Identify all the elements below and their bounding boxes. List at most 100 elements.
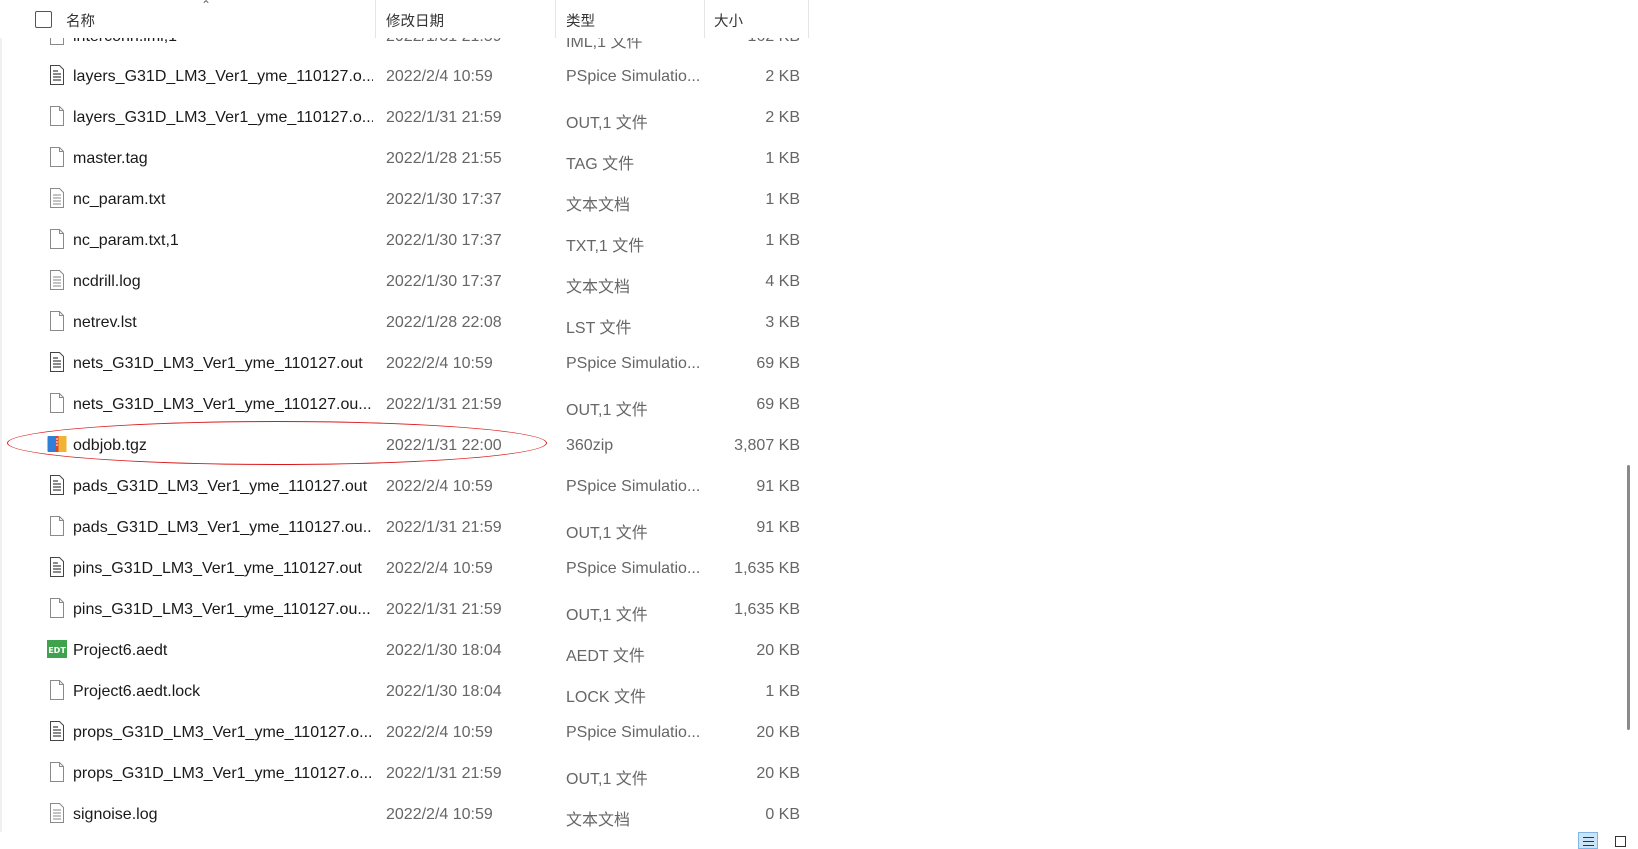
file-size: 1,635 KB — [734, 601, 800, 618]
file-size: 3,807 KB — [734, 437, 800, 454]
scrollbar-thumb[interactable] — [1627, 465, 1630, 730]
file-name: netrev.lst — [73, 314, 137, 331]
file-row[interactable]: nc_param.txt,1 2022/1/30 17:37 TXT,1 文件 1 K… — [0, 221, 810, 262]
file-row[interactable]: pins_G31D_LM3_Ver1_yme_110127.ou... 2022/… — [0, 590, 810, 631]
file-name: odbjob.tgz — [73, 437, 147, 454]
file-size: 3 KB — [765, 314, 800, 331]
file-date: 2022/1/31 22:00 — [386, 437, 502, 454]
file-type: 360zip — [566, 437, 614, 454]
file-size: 20 KB — [756, 724, 800, 741]
column-header-name[interactable]: 名称 — [66, 10, 95, 31]
blank-file-icon — [49, 393, 65, 413]
file-row[interactable]: nets_G31D_LM3_Ver1_yme_110127.out 2022/2/… — [0, 344, 810, 385]
file-row[interactable]: odbjob.tgz 2022/1/31 22:00 360zip 3,807 KB — [0, 426, 810, 467]
file-name: nets_G31D_LM3_Ver1_yme_110127.out — [73, 355, 363, 372]
file-date: 2022/1/31 21:59 — [386, 601, 502, 618]
file-row[interactable]: nc_param.txt 2022/1/30 17:37 文本文档 1 KB — [0, 180, 810, 221]
file-size: 1 KB — [765, 150, 800, 167]
file-row[interactable]: props_G31D_LM3_Ver1_yme_110127.o... 2022/… — [0, 713, 810, 754]
file-type: OUT,1 文件 — [566, 607, 648, 624]
archive-icon — [47, 434, 67, 454]
file-size: 2 KB — [765, 109, 800, 126]
file-name: props_G31D_LM3_Ver1_yme_110127.o... — [73, 765, 373, 782]
file-row[interactable]: pads_G31D_LM3_Ver1_yme_110127.ou... 2022/… — [0, 508, 810, 549]
file-name: Project6.aedt — [73, 642, 168, 659]
file-size: 69 KB — [756, 396, 800, 413]
column-divider[interactable] — [704, 0, 705, 38]
file-type: OUT,1 文件 — [566, 115, 648, 132]
aedt-icon: EDT — [47, 639, 67, 659]
file-type: PSpice Simulatio... — [566, 68, 701, 85]
text-document-icon — [49, 65, 65, 85]
text-document-icon — [49, 557, 65, 577]
file-type: OUT,1 文件 — [566, 402, 648, 419]
file-row[interactable]: Project6.aedt.lock 2022/1/30 18:04 LOCK 文件… — [0, 672, 810, 713]
file-date: 2022/1/31 21:59 — [386, 109, 502, 126]
file-size: 1 KB — [765, 191, 800, 208]
file-row[interactable]: ncdrill.log 2022/1/30 17:37 文本文档 4 KB — [0, 262, 810, 303]
file-date: 2022/1/30 17:37 — [386, 232, 502, 249]
file-date: 2022/1/30 17:37 — [386, 273, 502, 290]
text-document-icon — [49, 352, 65, 372]
file-date: 2022/1/31 21:59 — [386, 519, 502, 536]
file-size: 4 KB — [765, 273, 800, 290]
column-divider[interactable] — [555, 0, 556, 38]
file-name: pads_G31D_LM3_Ver1_yme_110127.out — [73, 478, 368, 495]
column-header-size[interactable]: 大小 — [714, 10, 743, 31]
text-document-icon — [49, 475, 65, 495]
file-date: 2022/2/4 10:59 — [386, 724, 493, 741]
column-header-type[interactable]: 类型 — [566, 10, 595, 31]
text-document-icon — [49, 721, 65, 741]
select-all-checkbox[interactable] — [35, 11, 52, 28]
file-row[interactable]: layers_G31D_LM3_Ver1_yme_110127.o... 2022… — [0, 57, 810, 98]
blank-file-icon — [49, 311, 65, 331]
file-type: PSpice Simulatio... — [566, 560, 701, 577]
file-row[interactable]: nets_G31D_LM3_Ver1_yme_110127.ou... 2022/… — [0, 385, 810, 426]
file-size: 1,635 KB — [734, 560, 800, 577]
file-date: 2022/1/30 18:04 — [386, 642, 502, 659]
file-size: 1 KB — [765, 683, 800, 700]
file-size: 20 KB — [756, 642, 800, 659]
file-row[interactable]: EDT Project6.aedt 2022/1/30 18:04 AEDT 文件 20… — [0, 631, 810, 672]
file-date: 2022/2/4 10:59 — [386, 355, 493, 372]
file-size: 2 KB — [765, 68, 800, 85]
details-view-button[interactable] — [1578, 832, 1598, 849]
file-size: 1 KB — [765, 232, 800, 249]
file-type: OUT,1 文件 — [566, 771, 648, 788]
file-row[interactable]: pads_G31D_LM3_Ver1_yme_110127.out 2022/2/… — [0, 467, 810, 508]
file-type: AEDT 文件 — [566, 648, 645, 665]
text-file-icon — [49, 270, 65, 290]
file-row[interactable]: netrev.lst 2022/1/28 22:08 LST 文件 3 KB — [0, 303, 810, 344]
file-date: 2022/2/4 10:59 — [386, 560, 493, 577]
file-type: LST 文件 — [566, 320, 632, 337]
file-name: layers_G31D_LM3_Ver1_yme_110127.o... — [73, 109, 373, 126]
file-size: 69 KB — [756, 355, 800, 372]
file-date: 2022/2/4 10:59 — [386, 478, 493, 495]
column-divider[interactable] — [808, 0, 809, 38]
file-size: 20 KB — [756, 765, 800, 782]
blank-file-icon — [49, 147, 65, 167]
large-icons-view-button[interactable] — [1611, 832, 1631, 849]
file-date: 2022/1/28 21:55 — [386, 150, 502, 167]
file-date: 2022/1/28 22:08 — [386, 314, 502, 331]
text-file-icon — [49, 803, 65, 823]
file-row[interactable]: props_G31D_LM3_Ver1_yme_110127.o... 2022/… — [0, 754, 810, 795]
file-name: master.tag — [73, 150, 148, 167]
column-divider[interactable] — [375, 0, 376, 38]
file-date: 2022/1/30 17:37 — [386, 191, 502, 208]
file-size: 91 KB — [756, 478, 800, 495]
file-size: 0 KB — [765, 806, 800, 823]
file-name: pins_G31D_LM3_Ver1_yme_110127.ou... — [73, 601, 371, 618]
file-row[interactable]: layers_G31D_LM3_Ver1_yme_110127.o... 2022… — [0, 98, 810, 139]
blank-file-icon — [49, 516, 65, 536]
file-name: pins_G31D_LM3_Ver1_yme_110127.out — [73, 560, 362, 577]
column-header-date[interactable]: 修改日期 — [386, 10, 444, 31]
file-row[interactable]: signoise.log 2022/2/4 10:59 文本文档 0 KB — [0, 795, 810, 836]
file-row[interactable]: pins_G31D_LM3_Ver1_yme_110127.out 2022/2/… — [0, 549, 810, 590]
file-row[interactable]: master.tag 2022/1/28 21:55 TAG 文件 1 KB — [0, 139, 810, 180]
file-name: nc_param.txt — [73, 191, 166, 208]
file-date: 2022/2/4 10:59 — [386, 806, 493, 823]
file-type: TXT,1 文件 — [566, 238, 645, 255]
blank-file-icon — [49, 106, 65, 126]
file-date: 2022/1/31 21:59 — [386, 396, 502, 413]
